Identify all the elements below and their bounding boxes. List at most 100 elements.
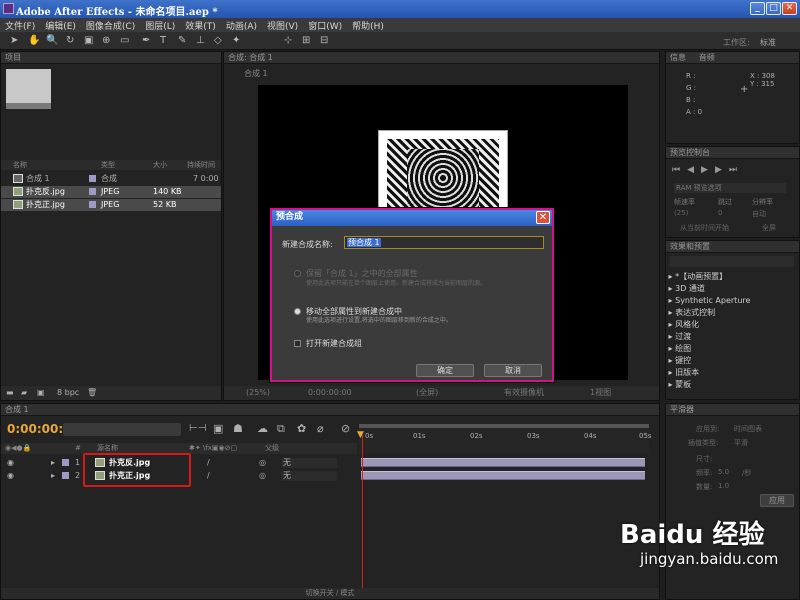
selection-tool-icon[interactable]: ➤ bbox=[10, 35, 18, 46]
view-axis-icon[interactable]: ⊟ bbox=[320, 35, 328, 46]
col-name[interactable]: 名称 bbox=[13, 160, 27, 170]
puppet-tool-icon[interactable]: ✦ bbox=[232, 35, 240, 46]
ram-preview-select[interactable]: RAM 预览选项 bbox=[674, 183, 786, 193]
layer-duration-bar[interactable] bbox=[361, 471, 645, 480]
toggle-switches-modes[interactable]: 切换开关 / 模式 bbox=[1, 588, 659, 599]
frame-blending-icon[interactable]: ☁ bbox=[257, 422, 268, 435]
option-keep-attributes-radio[interactable] bbox=[294, 270, 301, 277]
expand-arrow-icon[interactable]: ▸ bbox=[51, 457, 55, 469]
effects-item[interactable]: ▸ Synthetic Aperture bbox=[666, 295, 796, 306]
bpc-label[interactable]: 8 bpc bbox=[57, 386, 79, 400]
motion-blur-icon[interactable]: ⧉ bbox=[277, 422, 285, 436]
menu-help[interactable]: 帮助(H) bbox=[347, 18, 389, 32]
time-ruler[interactable]: 0s 01s 02s 03s 04s 05s ▼ bbox=[357, 424, 652, 454]
workspace-select[interactable]: 标准 bbox=[760, 37, 776, 48]
effects-item[interactable]: ▸ *【动画预置】 bbox=[666, 271, 796, 282]
clone-tool-icon[interactable]: ⊥ bbox=[196, 35, 205, 46]
menu-animation[interactable]: 动画(A) bbox=[221, 18, 262, 32]
eye-icon[interactable]: ◉ bbox=[7, 457, 14, 469]
fps-select[interactable]: (25) bbox=[674, 209, 688, 217]
cancel-button[interactable]: 取消 bbox=[484, 364, 542, 377]
comp-breadcrumb[interactable]: 合成 1 bbox=[244, 68, 268, 79]
menu-effect[interactable]: 效果(T) bbox=[180, 18, 221, 32]
new-folder-icon[interactable]: ▰ bbox=[21, 386, 27, 400]
close-button[interactable]: ✕ bbox=[782, 2, 797, 15]
quality-slash-icon[interactable]: / bbox=[207, 457, 210, 469]
mask-tool-icon[interactable]: ▭ bbox=[120, 35, 129, 46]
option-move-attributes-radio[interactable] bbox=[294, 308, 301, 315]
preview-tab[interactable]: 预览控制台 bbox=[666, 147, 799, 159]
col-type[interactable]: 类型 bbox=[101, 160, 115, 170]
brush-tool-icon[interactable]: ✎ bbox=[178, 35, 186, 46]
effects-item[interactable]: ▸ 旧版本 bbox=[666, 367, 796, 378]
menu-edit[interactable]: 编辑(E) bbox=[40, 18, 81, 32]
work-area-bar[interactable] bbox=[359, 424, 649, 428]
pen-tool-icon[interactable]: ✒ bbox=[142, 35, 150, 46]
comp-name-input[interactable]: 预合成 1 bbox=[344, 236, 544, 249]
graph-editor-icon[interactable]: ⌀ bbox=[317, 422, 324, 435]
menu-composition[interactable]: 图像合成(C) bbox=[81, 18, 140, 32]
interp-type-select[interactable]: 平滑 bbox=[734, 438, 748, 448]
effects-item[interactable]: ▸ 3D 通道 bbox=[666, 283, 796, 294]
views-select[interactable]: 1视图 bbox=[590, 386, 611, 400]
col-size[interactable]: 大小 bbox=[153, 160, 167, 170]
layer-duration-bar[interactable] bbox=[361, 458, 645, 467]
skip-input[interactable]: 0 bbox=[718, 209, 722, 217]
menu-window[interactable]: 窗口(W) bbox=[303, 18, 347, 32]
col-duration[interactable]: 持续时间 bbox=[187, 160, 215, 170]
fullscreen-checkbox[interactable]: 全屏 bbox=[762, 223, 776, 233]
project-item-front[interactable]: 扑克正.jpg JPEG 52 KB bbox=[1, 199, 221, 211]
amount-value[interactable]: 1.0 bbox=[718, 482, 729, 490]
rotate-tool-icon[interactable]: ↻ bbox=[66, 35, 74, 46]
pan-behind-tool-icon[interactable]: ⊕ bbox=[102, 35, 110, 46]
effects-item[interactable]: ▸ 表达式控制 bbox=[666, 307, 796, 318]
zoom-tool-icon[interactable]: 🔍 bbox=[46, 35, 58, 46]
timeline-tab[interactable]: 合成 1 bbox=[1, 404, 659, 416]
playback-controls[interactable]: ⏮◀▶▶⏭ bbox=[672, 165, 744, 175]
effects-search-input[interactable] bbox=[670, 256, 794, 267]
open-new-comp-checkbox[interactable] bbox=[294, 340, 301, 347]
menu-layer[interactable]: 图层(L) bbox=[140, 18, 180, 32]
parent-pickwhip-icon[interactable]: ◎ bbox=[259, 457, 266, 469]
freq-value[interactable]: 5.0 bbox=[718, 468, 729, 476]
comp-mini-flowchart-icon[interactable]: ⊢⊣ bbox=[189, 423, 206, 434]
draft-3d-icon[interactable]: ▣ bbox=[213, 422, 223, 435]
tab-info[interactable]: 信息 bbox=[670, 53, 686, 62]
composition-tab[interactable]: 合成: 合成 1 bbox=[224, 52, 659, 64]
menu-view[interactable]: 视图(V) bbox=[262, 18, 303, 32]
interpret-icon[interactable]: ▬ bbox=[6, 386, 14, 400]
eraser-tool-icon[interactable]: ◇ bbox=[214, 35, 222, 46]
label-color[interactable] bbox=[62, 472, 69, 479]
camera-tool-icon[interactable]: ▣ bbox=[84, 35, 93, 46]
ok-button[interactable]: 确定 bbox=[416, 364, 474, 377]
world-axis-icon[interactable]: ⊞ bbox=[302, 35, 310, 46]
tab-audio[interactable]: 音频 bbox=[699, 53, 715, 62]
timeline-search-input[interactable] bbox=[63, 423, 181, 436]
parent-select[interactable]: 无 bbox=[281, 471, 337, 481]
auto-keyframe-icon[interactable]: ⊘ bbox=[341, 422, 350, 435]
col-parent[interactable]: 父级 bbox=[265, 443, 279, 454]
effects-item[interactable]: ▸ 风格化 bbox=[666, 319, 796, 330]
apply-to-select[interactable]: 时间图表 bbox=[734, 424, 762, 434]
label-color[interactable] bbox=[62, 459, 69, 466]
effects-item[interactable]: ▸ 绘图 bbox=[666, 343, 796, 354]
res-select[interactable]: 自动 bbox=[752, 209, 766, 219]
parent-pickwhip-icon[interactable]: ◎ bbox=[259, 470, 266, 482]
brainstorm-icon[interactable]: ✿ bbox=[297, 422, 306, 435]
axis-mode-icon[interactable]: ⊹ bbox=[284, 35, 292, 46]
effects-item[interactable]: ▸ 蒙板 bbox=[666, 379, 796, 390]
project-tab[interactable]: 项目 bbox=[1, 52, 221, 64]
smoother-tab[interactable]: 平滑器 bbox=[666, 404, 799, 416]
resolution-select[interactable]: (全屏) bbox=[416, 386, 438, 400]
quality-slash-icon[interactable]: / bbox=[207, 470, 210, 482]
menu-file[interactable]: 文件(F) bbox=[0, 18, 40, 32]
hide-shy-icon[interactable]: ☗ bbox=[233, 422, 243, 435]
minimize-button[interactable]: _ bbox=[750, 2, 765, 15]
comp-timecode[interactable]: 0:00:00:00 bbox=[308, 386, 352, 400]
expand-arrow-icon[interactable]: ▸ bbox=[51, 470, 55, 482]
apply-button[interactable]: 应用 bbox=[760, 494, 794, 507]
project-item-comp[interactable]: 合成 1 合成 7 0:00 bbox=[1, 173, 221, 185]
dialog-close-button[interactable]: ✕ bbox=[536, 211, 550, 224]
from-current-checkbox[interactable]: 从当前时间开始 bbox=[680, 223, 729, 233]
effects-item[interactable]: ▸ 过渡 bbox=[666, 331, 796, 342]
